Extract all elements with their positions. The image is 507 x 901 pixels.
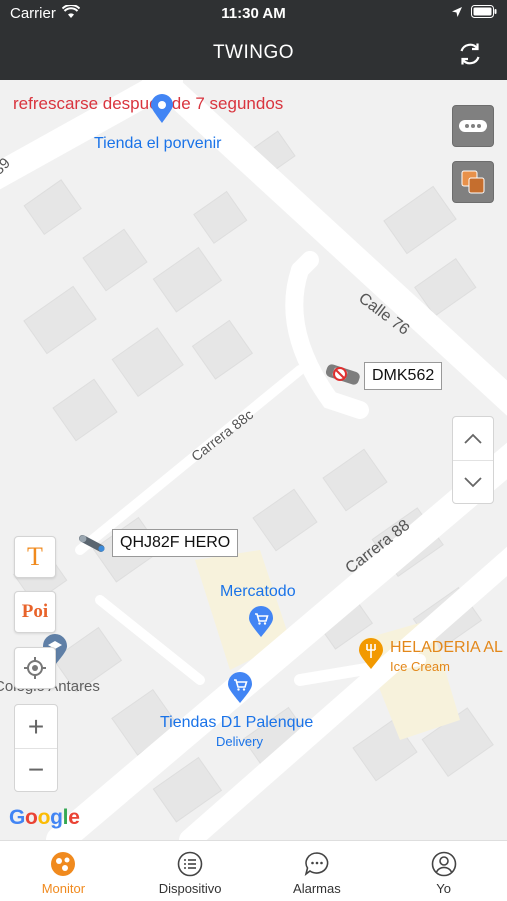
ice-cream-pin-icon[interactable] <box>358 638 384 675</box>
poi-label[interactable]: HELADERIA AL <box>390 639 503 657</box>
tab-label: Dispositivo <box>158 881 222 896</box>
zoom-out-button[interactable]: − <box>15 748 57 791</box>
poi-toggle-button[interactable]: Poi <box>14 591 56 633</box>
chevron-up-icon <box>464 433 482 444</box>
zoom-control: + − <box>14 704 58 792</box>
poi-label[interactable]: Mercatodo <box>220 583 296 601</box>
nav-bar: TWINGO <box>0 28 507 80</box>
battery-icon <box>471 5 497 22</box>
monitor-icon <box>51 852 76 876</box>
vehicle-tag-dmk562[interactable]: DMK562 <box>364 362 443 390</box>
car-icon[interactable] <box>323 362 363 391</box>
tab-label: Alarmas <box>293 881 341 896</box>
poi-sublabel: Ice Cream <box>390 659 450 674</box>
map-layers-button[interactable] <box>452 161 494 203</box>
user-icon <box>431 851 456 877</box>
my-location-button[interactable] <box>14 647 56 689</box>
location-arrow-icon <box>451 5 463 22</box>
more-icon <box>459 120 487 132</box>
crosshair-icon <box>24 657 46 679</box>
poi-icon: Poi <box>21 601 49 622</box>
layers-icon <box>461 170 485 194</box>
shopping-cart-icon[interactable] <box>248 606 274 643</box>
refresh-button[interactable] <box>457 41 483 67</box>
map-view[interactable]: refrescarse despues de 7 segundos 39 Cal… <box>0 80 507 840</box>
tab-label: Monitor <box>41 881 86 896</box>
poi-pin-icon[interactable] <box>150 94 174 129</box>
page-title: TWINGO <box>212 42 295 63</box>
refresh-icon <box>460 43 480 65</box>
vehicle-scroll-control <box>452 416 494 504</box>
list-icon <box>177 851 203 877</box>
more-options-button[interactable] <box>452 105 494 147</box>
motorcycle-icon[interactable] <box>75 532 109 559</box>
scroll-up-button[interactable] <box>453 417 493 461</box>
tab-monitor[interactable]: Monitor <box>0 841 127 901</box>
tab-alarmas[interactable]: Alarmas <box>254 841 381 901</box>
zoom-in-button[interactable]: + <box>15 705 57 749</box>
text-toggle-button[interactable]: T <box>14 536 56 578</box>
poi-label[interactable]: Tienda el porvenir <box>94 135 221 153</box>
refresh-note: refrescarse despues de 7 segundos <box>13 94 284 113</box>
scroll-down-button[interactable] <box>453 460 493 503</box>
poi-sublabel: Delivery <box>216 734 263 749</box>
tab-yo[interactable]: Yo <box>380 841 507 901</box>
google-logo: Google <box>9 806 80 829</box>
tab-label: Yo <box>436 881 451 896</box>
clock: 11:30 AM <box>221 5 286 22</box>
vehicle-tag-qhj82f[interactable]: QHJ82F HERO <box>112 529 239 557</box>
status-bar: Carrier 11:30 AM <box>0 0 507 28</box>
chevron-down-icon <box>464 476 482 487</box>
text-icon: T <box>27 542 43 571</box>
poi-label[interactable]: Tiendas D1 Palenque <box>160 714 313 732</box>
bottom-tab-bar: Monitor Dispositivo Alarmas Yo <box>0 840 507 901</box>
chat-icon <box>304 852 329 876</box>
tab-dispositivo[interactable]: Dispositivo <box>127 841 254 901</box>
shopping-cart-icon[interactable] <box>227 672 253 709</box>
